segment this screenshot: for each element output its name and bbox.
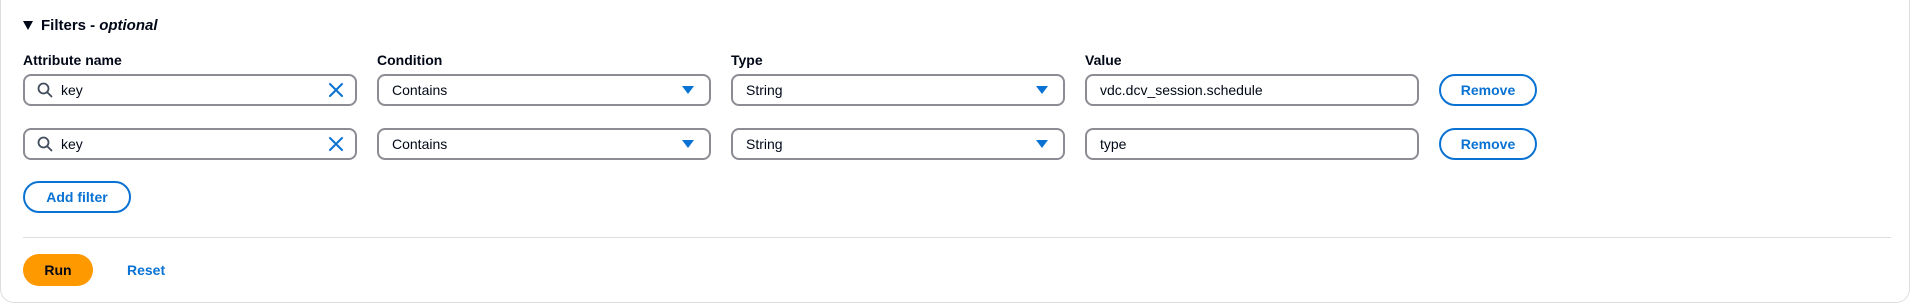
filters-panel: Filters - optional Attribute name Condit… bbox=[0, 0, 1910, 303]
attribute-name-value: key bbox=[61, 136, 83, 152]
search-icon bbox=[37, 82, 53, 98]
attribute-name-input[interactable]: key bbox=[23, 128, 357, 160]
value-input-text: vdc.dcv_session.schedule bbox=[1100, 82, 1263, 98]
filters-optional-label: optional bbox=[99, 17, 158, 34]
condition-label: Condition bbox=[377, 52, 443, 68]
divider bbox=[23, 237, 1891, 238]
value-input-text: type bbox=[1100, 136, 1127, 152]
condition-select[interactable]: Contains bbox=[377, 128, 711, 160]
value-label: Value bbox=[1085, 52, 1122, 68]
clear-icon[interactable] bbox=[327, 135, 345, 153]
add-filter-button[interactable]: Add filter bbox=[23, 181, 131, 213]
condition-select[interactable]: Contains bbox=[377, 74, 711, 106]
chevron-down-icon bbox=[681, 85, 695, 95]
filters-section-toggle[interactable]: Filters - optional bbox=[23, 17, 158, 34]
filters-title: Filters - bbox=[41, 17, 96, 34]
chevron-down-icon bbox=[1035, 85, 1049, 95]
search-icon bbox=[37, 136, 53, 152]
run-button[interactable]: Run bbox=[23, 254, 93, 286]
value-input[interactable]: vdc.dcv_session.schedule bbox=[1085, 74, 1419, 106]
type-label: Type bbox=[731, 52, 763, 68]
reset-button[interactable]: Reset bbox=[127, 262, 165, 278]
type-selected-value: String bbox=[746, 82, 783, 98]
condition-selected-value: Contains bbox=[392, 136, 448, 152]
attribute-name-input[interactable]: key bbox=[23, 74, 357, 106]
remove-filter-button[interactable]: Remove bbox=[1439, 74, 1537, 106]
type-select[interactable]: String bbox=[731, 128, 1065, 160]
chevron-down-icon bbox=[1035, 139, 1049, 149]
clear-icon[interactable] bbox=[327, 81, 345, 99]
value-input[interactable]: type bbox=[1085, 128, 1419, 160]
caret-down-icon bbox=[23, 21, 33, 30]
condition-selected-value: Contains bbox=[392, 82, 448, 98]
type-select[interactable]: String bbox=[731, 74, 1065, 106]
attribute-name-label: Attribute name bbox=[23, 52, 122, 68]
attribute-name-value: key bbox=[61, 82, 83, 98]
remove-filter-button[interactable]: Remove bbox=[1439, 128, 1537, 160]
chevron-down-icon bbox=[681, 139, 695, 149]
type-selected-value: String bbox=[746, 136, 783, 152]
